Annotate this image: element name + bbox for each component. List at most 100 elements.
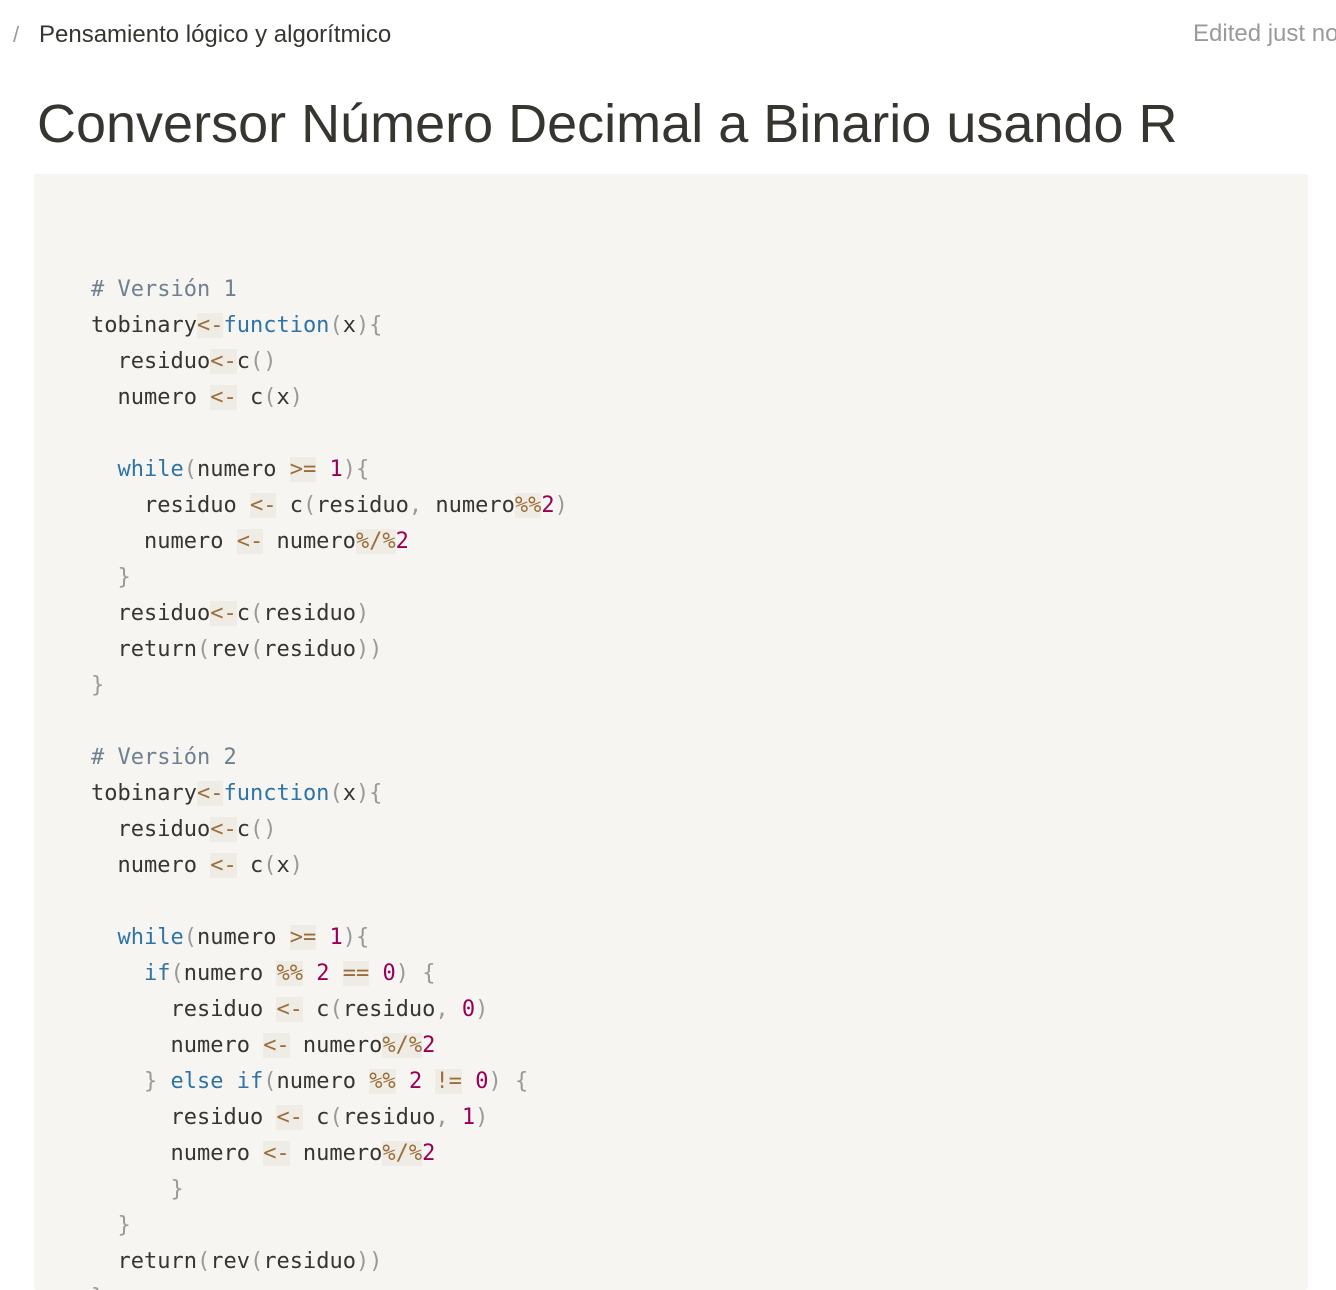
code-line: while(numero >= 1){ [91,920,568,956]
code-token-plain: numero [91,529,237,554]
code-token-operator: <- [210,853,237,878]
code-token-plain: numero [276,1069,370,1094]
code-line: numero <- numero%/%2 [91,1028,568,1064]
code-token-keyword: while [117,925,184,950]
code-token-number: 2 [395,529,409,554]
code-token-punct: ( [183,925,197,950]
code-token-punct: , [408,493,423,518]
code-token-punct: )) [355,1249,383,1274]
code-token-plain: x [342,781,356,806]
code-token-number: 2 [408,1069,423,1094]
code-token-plain: x [276,853,290,878]
code-token-punct: { [514,1069,529,1094]
code-token-plain: residuo [342,1105,436,1130]
code-token-operator: <- [276,997,303,1022]
code-token-number: 0 [475,1069,489,1094]
code-content[interactable]: # Versión 1 tobinary<-function(x){ residu… [91,236,568,1290]
code-line: } [91,560,568,596]
code-token-operator: %% [369,1069,396,1094]
top-bar: / Pensamiento lógico y algorítmico Edite… [0,0,1336,70]
code-token-plain: residuo [91,817,211,842]
code-line: } [91,1280,568,1290]
code-token-plain: c [236,385,264,410]
code-token-punct: ( [302,493,317,518]
code-token-plain: c [302,997,330,1022]
code-token-plain: rev [210,1249,250,1274]
code-token-plain: c [236,853,264,878]
code-token-plain: numero [289,1141,383,1166]
code-token-plain: residuo [91,349,211,374]
code-token-operator: %/% [355,529,396,554]
page-title[interactable]: Conversor Número Decimal a Binario usand… [37,88,1178,160]
code-token-punct: } [91,1285,104,1290]
code-token-punct: ( [329,781,343,806]
code-token-plain: numero [91,385,211,410]
code-token-punct: } [117,1213,131,1238]
code-token-plain: residuo [263,637,356,662]
code-token-operator: <- [210,349,237,374]
code-token-plain: numero [91,1141,264,1166]
code-token-punct: } [91,673,105,698]
code-token-punct: ) [488,1069,502,1094]
code-line: residuo <- c(residuo, 1) [91,1100,568,1136]
code-line: if(numero %% 2 == 0) { [91,956,568,992]
code-token-plain: residuo [91,997,277,1022]
code-token-operator: >= [289,925,317,950]
code-token-operator: <- [276,1105,303,1130]
code-token-operator: <- [210,601,237,626]
code-token-punct: ) [289,385,303,410]
code-token-punct: ) [475,997,489,1022]
code-line: while(numero >= 1){ [91,452,568,488]
code-token-punct: ) [554,493,568,518]
code-token-plain: residuo [91,1105,277,1130]
code-line: return(rev(residuo)) [91,1244,568,1280]
code-token-plain: numero [91,853,211,878]
code-block[interactable]: # Versión 1 tobinary<-function(x){ residu… [34,174,1308,1290]
code-line: return(rev(residuo)) [91,632,568,668]
code-token-plain: numero [91,1033,264,1058]
code-token-plain: c [236,349,250,374]
code-token-operator: %/% [382,1033,423,1058]
code-token-punct: ( [249,601,264,626]
code-token-plain: rev [210,637,250,662]
code-line: numero <- numero%/%2 [91,524,568,560]
code-token-number: 2 [316,961,330,986]
code-token-plain: residuo [342,997,436,1022]
code-token-plain: residuo [263,601,356,626]
code-token-keyword: if [236,1069,264,1094]
code-line: } [91,668,568,704]
code-token-comment: # Versión 2 [91,745,237,770]
code-token-number: 2 [422,1033,436,1058]
code-line: } [91,1172,568,1208]
breadcrumb-page-link[interactable]: Pensamiento lógico y algorítmico [39,21,391,49]
code-token-punct: } [170,1177,184,1202]
code-token-operator: <- [210,385,237,410]
code-token-operator: >= [289,457,317,482]
code-token-punct: ( [263,1069,277,1094]
code-token-operator: != [435,1069,462,1094]
code-token-punct: } [117,565,131,590]
code-line: residuo<-c() [91,812,568,848]
code-token-punct: ( [329,313,343,338]
code-token-plain: c [236,601,250,626]
code-token-plain: numero [263,529,356,554]
code-token-operator: <- [249,493,277,518]
code-token-punct: ){ [342,925,370,950]
code-token-punct: , [435,1105,449,1130]
code-token-operator: %/% [382,1141,423,1166]
code-token-punct: ( [183,457,197,482]
code-token-operator: <- [263,1141,290,1166]
code-token-operator: <- [196,313,224,338]
code-token-punct: ) [395,961,409,986]
code-line: } else if(numero %% 2 != 0) { [91,1064,568,1100]
code-token-punct: () [249,349,277,374]
code-token-number: 2 [541,493,555,518]
